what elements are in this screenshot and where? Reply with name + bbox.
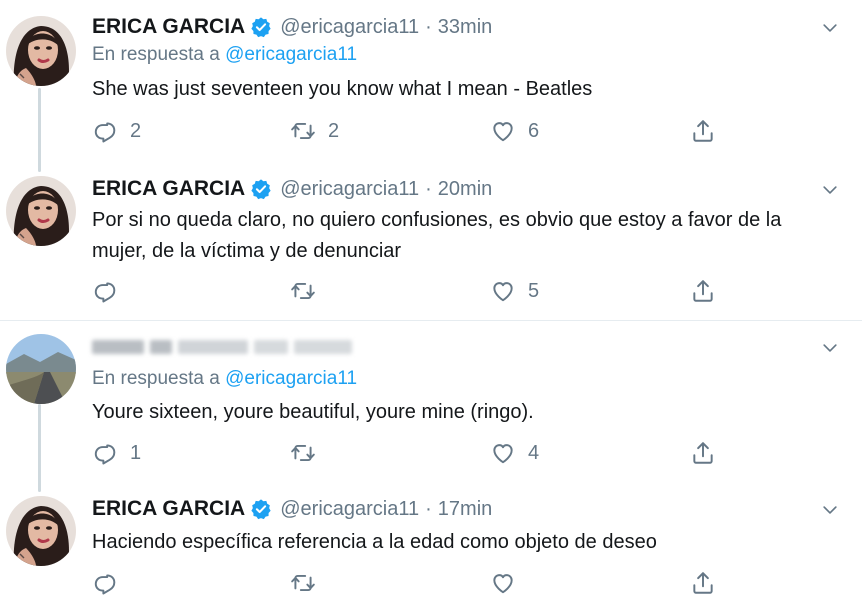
heart-icon [490, 440, 516, 466]
reply-prefix: En respuesta a [92, 368, 220, 389]
retweet-icon [290, 118, 316, 144]
retweet-icon [290, 570, 316, 596]
heart-icon [490, 278, 516, 304]
reply-mention-link[interactable]: @ericagarcia11 [225, 368, 357, 389]
share-icon [690, 440, 716, 466]
like-count: 6 [528, 119, 540, 142]
share-button[interactable] [690, 568, 716, 598]
chevron-down-icon[interactable] [820, 338, 840, 358]
tweet-text: Haciendo específica referencia a la edad… [92, 531, 657, 553]
tweet-actions [92, 568, 732, 598]
verified-badge-icon [250, 16, 272, 38]
share-button[interactable] [690, 438, 716, 468]
avatar[interactable] [6, 176, 76, 246]
verified-badge-icon [250, 498, 272, 520]
reply-button[interactable]: 2 [92, 116, 141, 146]
author-name[interactable]: ERICA GARCIA [92, 497, 245, 521]
tweet-header: ERICA GARCIA @ericagarcia11 · 33min [92, 14, 492, 40]
like-button[interactable]: 5 [490, 276, 539, 306]
tweet-actions: 2 2 6 [92, 116, 732, 146]
tweet-header [92, 334, 352, 360]
reply-mention-link[interactable]: @ericagarcia11 [225, 44, 357, 65]
reply-icon [92, 118, 118, 144]
tweet-actions: 1 4 [92, 438, 732, 468]
share-icon [690, 570, 716, 596]
retweet-icon [290, 440, 316, 466]
tweet[interactable]: En respuesta a @ericagarcia11 Youre sixt… [0, 334, 862, 474]
reply-context: En respuesta a @ericagarcia11 [92, 44, 357, 66]
verified-badge-icon [250, 178, 272, 200]
tweet[interactable]: ERICA GARCIA @ericagarcia11 · 17min Haci… [0, 496, 862, 608]
tweet-text: She was just seventeen you know what I m… [92, 78, 593, 100]
retweet-icon [290, 278, 316, 304]
like-button[interactable]: 6 [490, 116, 539, 146]
share-icon [690, 118, 716, 144]
heart-icon [490, 570, 516, 596]
tweet-text: Por si no queda claro, no quiero confusi… [92, 209, 782, 262]
share-icon [690, 278, 716, 304]
timestamp[interactable]: 17min [438, 498, 492, 521]
tweet[interactable]: ERICA GARCIA @ericagarcia11 · 20min Por … [0, 176, 862, 316]
author-name[interactable]: ERICA GARCIA [92, 15, 245, 39]
share-button[interactable] [690, 276, 716, 306]
tweet[interactable]: ERICA GARCIA @ericagarcia11 · 33min En r… [0, 14, 862, 164]
separator-dot: · [425, 497, 432, 520]
like-count: 5 [528, 279, 540, 302]
heart-icon [490, 118, 516, 144]
blurred-author-name [92, 340, 352, 354]
reply-prefix: En respuesta a [92, 44, 220, 65]
timestamp[interactable]: 20min [438, 178, 492, 201]
avatar[interactable] [6, 16, 76, 86]
retweet-count: 2 [328, 119, 340, 142]
author-handle[interactable]: @ericagarcia11 [280, 498, 419, 521]
reply-context: En respuesta a @ericagarcia11 [92, 368, 357, 390]
retweet-button[interactable] [290, 568, 328, 598]
reply-button[interactable] [92, 568, 130, 598]
author-name[interactable]: ERICA GARCIA [92, 177, 245, 201]
tweet-thread: ERICA GARCIA @ericagarcia11 · 33min En r… [0, 0, 862, 611]
tweet-actions: 5 [92, 276, 732, 306]
separator-dot: · [425, 177, 432, 200]
like-count: 4 [528, 441, 540, 464]
separator-dot: · [425, 15, 432, 38]
retweet-button[interactable]: 2 [290, 116, 339, 146]
reply-icon [92, 278, 118, 304]
author-handle[interactable]: @ericagarcia11 [280, 16, 419, 39]
avatar[interactable] [6, 496, 76, 566]
chevron-down-icon[interactable] [820, 18, 840, 38]
like-button[interactable] [490, 568, 528, 598]
timestamp[interactable]: 33min [438, 16, 492, 39]
reply-count: 2 [130, 119, 142, 142]
tweet-header: ERICA GARCIA @ericagarcia11 · 20min [92, 176, 492, 202]
tweet-header: ERICA GARCIA @ericagarcia11 · 17min [92, 496, 492, 522]
tweet-text: Youre sixteen, youre beautiful, youre mi… [92, 401, 534, 423]
author-handle[interactable]: @ericagarcia11 [280, 178, 419, 201]
chevron-down-icon[interactable] [820, 180, 840, 200]
avatar[interactable] [6, 334, 76, 404]
reply-button[interactable] [92, 276, 130, 306]
reply-button[interactable]: 1 [92, 438, 141, 468]
retweet-button[interactable] [290, 438, 328, 468]
reply-icon [92, 440, 118, 466]
reply-count: 1 [130, 441, 142, 464]
tweet-divider [0, 320, 862, 321]
reply-icon [92, 570, 118, 596]
like-button[interactable]: 4 [490, 438, 539, 468]
retweet-button[interactable] [290, 276, 328, 306]
share-button[interactable] [690, 116, 716, 146]
chevron-down-icon[interactable] [820, 500, 840, 520]
